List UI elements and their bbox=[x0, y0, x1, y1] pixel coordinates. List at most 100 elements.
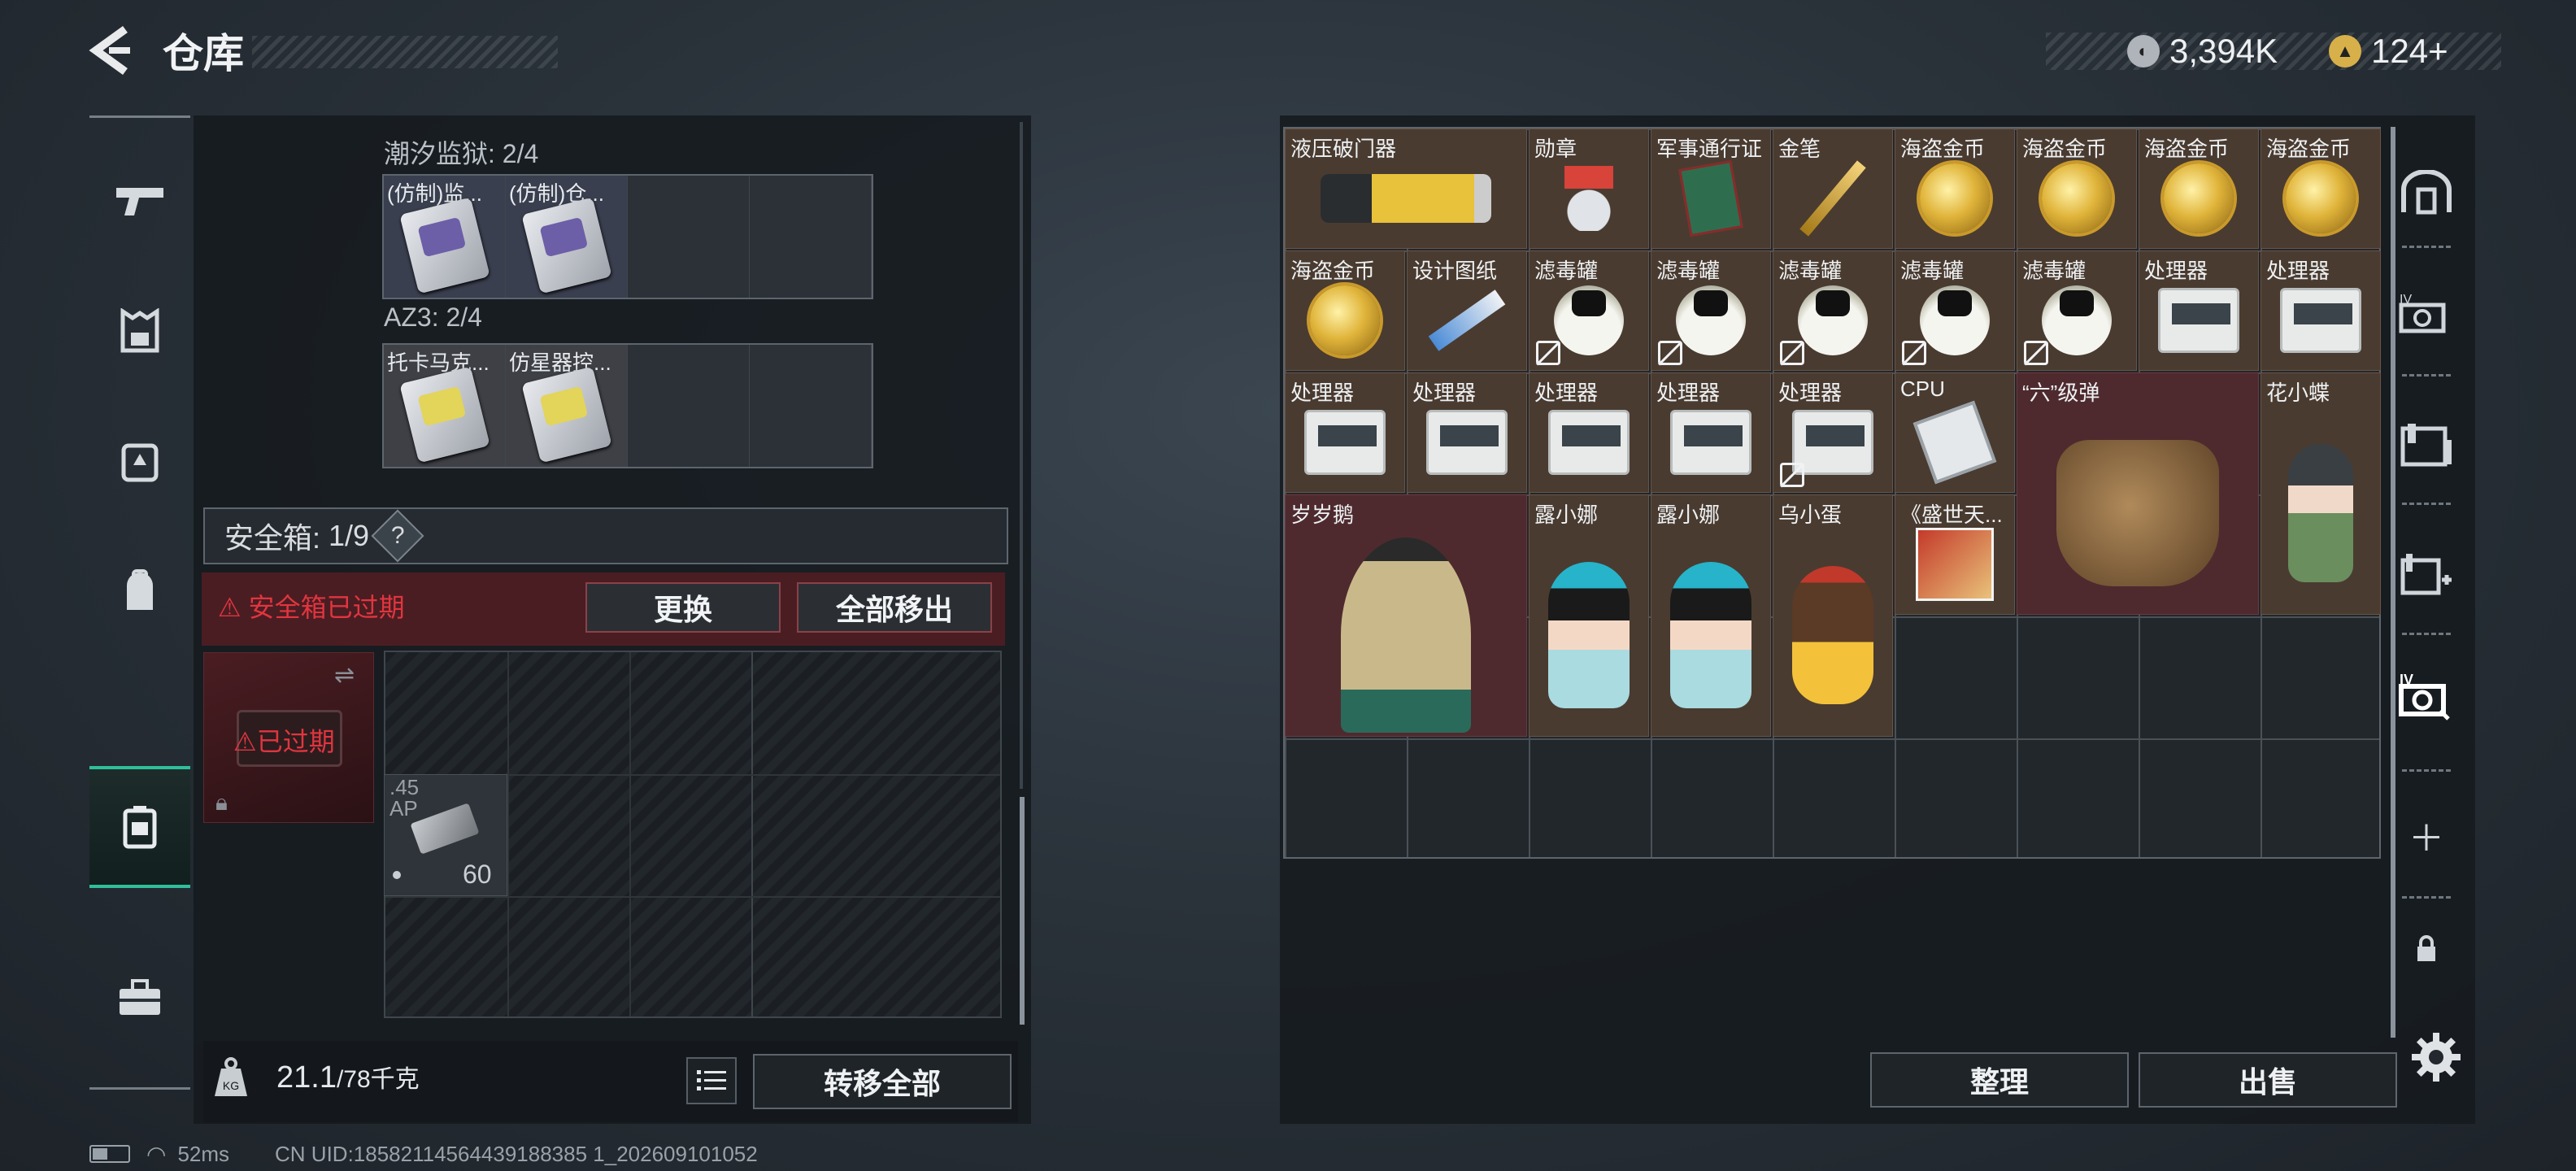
storage-item[interactable]: 滤毒罐 bbox=[1895, 250, 2015, 371]
storage-item[interactable]: 处理器 bbox=[1651, 372, 1771, 493]
ammo-item[interactable]: .45 AP 60 bbox=[384, 774, 507, 896]
nav-armor-icon[interactable] bbox=[89, 270, 190, 392]
storage-item[interactable]: 设计图纸 bbox=[1407, 250, 1527, 371]
header-decor-stripe bbox=[252, 36, 558, 68]
processor-icon bbox=[1426, 409, 1508, 475]
lock-icon[interactable] bbox=[2378, 904, 2475, 994]
grid-item-cell[interactable]: (仿制)监... bbox=[384, 176, 506, 298]
list-icon bbox=[697, 1070, 726, 1090]
storage-item[interactable]: 处理器 bbox=[2261, 250, 2381, 371]
storage-item[interactable]: 处理器 bbox=[1285, 372, 1405, 493]
item-label: 露小娜 bbox=[1534, 503, 1599, 527]
weight-readout: 21.1 /78千克 bbox=[276, 1059, 420, 1108]
left-nav bbox=[89, 115, 190, 1091]
silver-currency[interactable]: ◐ 3,394K bbox=[2127, 29, 2278, 73]
grid-item-cell[interactable]: (仿制)仓... bbox=[506, 176, 628, 298]
storage-item[interactable]: 《盛世天... bbox=[1895, 494, 2015, 615]
back-arrow-icon[interactable] bbox=[88, 24, 137, 81]
storage-item[interactable]: “六”级弹 bbox=[2017, 372, 2259, 615]
storage-item[interactable]: 处理器 bbox=[1529, 372, 1649, 493]
page-title: 仓库 bbox=[163, 31, 244, 76]
sort-button[interactable]: 整理 bbox=[1870, 1052, 2129, 1108]
goose-statue-icon bbox=[1341, 537, 1471, 733]
gold-amount: 124+ bbox=[2371, 32, 2448, 70]
storage-item[interactable]: 海盗金币 bbox=[1895, 128, 2015, 249]
item-label: 金笔 bbox=[1778, 137, 1821, 161]
storage-item[interactable]: 露小娜 bbox=[1529, 494, 1649, 737]
empty-slot[interactable] bbox=[628, 176, 750, 298]
item-label: CPU bbox=[1900, 377, 1945, 401]
empty-slot[interactable] bbox=[628, 345, 750, 467]
settings-gear-icon[interactable] bbox=[2410, 1031, 2467, 1088]
storage-folder-icon[interactable] bbox=[2378, 384, 2475, 506]
add-storage-icon[interactable] bbox=[2378, 514, 2475, 636]
replace-button[interactable]: 更换 bbox=[585, 582, 781, 633]
sell-button[interactable]: 出售 bbox=[2139, 1052, 2397, 1108]
bronze-hand-icon bbox=[2056, 439, 2219, 586]
nav-safe-box-icon[interactable] bbox=[89, 766, 190, 888]
ammo-dot bbox=[393, 871, 401, 879]
uid-text: CN UID:18582114564439188385 1_2026091010… bbox=[275, 1141, 758, 1166]
storage-item[interactable]: 海盗金币 bbox=[1285, 250, 1405, 371]
gold-currency[interactable]: ▲ 124+ bbox=[2329, 29, 2448, 73]
gold-pen-icon bbox=[1799, 160, 1866, 237]
item-label: 露小娜 bbox=[1656, 503, 1721, 527]
storage-item[interactable]: 岁岁鹅 bbox=[1285, 494, 1527, 737]
storage-item[interactable]: 液压破门器 bbox=[1285, 128, 1527, 249]
storage-item[interactable]: 处理器 bbox=[1407, 372, 1527, 493]
empty-slot[interactable] bbox=[750, 345, 872, 467]
item-label: 滤毒罐 bbox=[2022, 259, 2086, 283]
doll-icon bbox=[1670, 561, 1751, 708]
storage-item[interactable]: 勋章 bbox=[1529, 128, 1649, 249]
ping-text: 52ms bbox=[177, 1141, 230, 1166]
grid-item-cell[interactable]: 仿星器控... bbox=[506, 345, 628, 467]
military-pass-icon bbox=[1678, 159, 1743, 237]
storage-item[interactable]: 滤毒罐 bbox=[1773, 250, 1893, 371]
nav-backpack-icon[interactable] bbox=[89, 530, 190, 652]
lock-icon: 🔒︎ bbox=[215, 790, 228, 815]
move-all-out-button[interactable]: 全部移出 bbox=[797, 582, 992, 633]
empty-slot[interactable] bbox=[750, 176, 872, 298]
storage-item[interactable]: 花小蝶 bbox=[2261, 372, 2381, 615]
storage-item[interactable]: 处理器 bbox=[1773, 372, 1893, 493]
safe-box-slot[interactable]: ⇌ ⚠已过期 🔒︎ bbox=[203, 652, 374, 823]
storage-item[interactable]: 乌小蛋 bbox=[1773, 494, 1893, 737]
list-view-button[interactable] bbox=[686, 1057, 737, 1104]
storage-item[interactable]: 军事通行证 bbox=[1651, 128, 1771, 249]
storage-item[interactable]: 滤毒罐 bbox=[1529, 250, 1649, 371]
gold-coin-icon bbox=[2164, 163, 2234, 233]
storage-item[interactable]: 海盗金币 bbox=[2261, 128, 2381, 249]
item-label: 花小蝶 bbox=[2266, 381, 2330, 405]
storage-item[interactable]: 处理器 bbox=[2139, 250, 2259, 371]
add-icon[interactable]: ＋ bbox=[2378, 774, 2475, 896]
nav-chest-rig-icon[interactable] bbox=[89, 400, 190, 522]
broken-durability-icon bbox=[2024, 341, 2048, 365]
left-scrollbar[interactable] bbox=[1020, 797, 1025, 1025]
broken-durability-icon bbox=[1536, 341, 1560, 365]
vault-icon[interactable] bbox=[2378, 132, 2475, 254]
nav-toolbox-icon[interactable] bbox=[89, 937, 190, 1059]
silver-coin-icon: ◐ bbox=[2127, 35, 2160, 67]
storage-item[interactable]: 滤毒罐 bbox=[2017, 250, 2137, 371]
item-label: 处理器 bbox=[1290, 381, 1355, 405]
storage-item[interactable]: CPU bbox=[1895, 372, 2015, 493]
nav-guns-icon[interactable] bbox=[89, 140, 190, 262]
gold-coin-icon: ▲ bbox=[2329, 35, 2361, 67]
storage-page-4-active-icon[interactable]: IV bbox=[2378, 636, 2475, 758]
storage-item[interactable]: 滤毒罐 bbox=[1651, 250, 1771, 371]
transfer-all-button[interactable]: 转移全部 bbox=[753, 1054, 1012, 1109]
storage-item[interactable]: 海盗金币 bbox=[2017, 128, 2137, 249]
storage-item[interactable]: 海盗金币 bbox=[2139, 128, 2259, 249]
storage-item[interactable]: 露小娜 bbox=[1651, 494, 1771, 737]
storage-page-4-icon[interactable]: IV bbox=[2378, 254, 2475, 376]
safe-box-count: 1/9 bbox=[329, 519, 370, 552]
help-icon[interactable]: ? bbox=[371, 509, 424, 563]
item-label: 滤毒罐 bbox=[1778, 259, 1843, 283]
item-label: 滤毒罐 bbox=[1534, 259, 1599, 283]
weight-icon: KG bbox=[213, 1057, 254, 1103]
safe-box-header: 安全箱: 1/9 ? bbox=[203, 507, 1008, 564]
item-label: 处理器 bbox=[1656, 381, 1721, 405]
storage-item[interactable]: 金笔 bbox=[1773, 128, 1893, 249]
grid-item-cell[interactable]: 托卡马克... bbox=[384, 345, 506, 467]
access-card-icon bbox=[399, 197, 490, 294]
